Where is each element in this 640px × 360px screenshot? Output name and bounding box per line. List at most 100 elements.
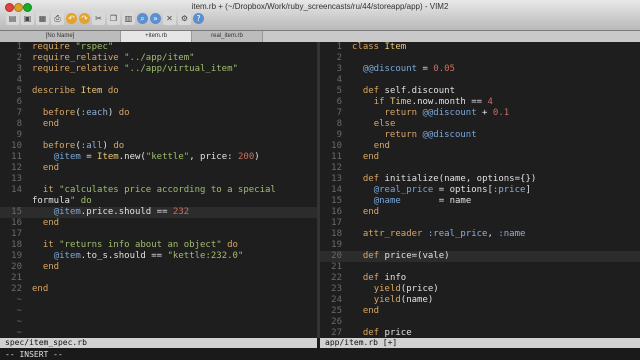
line-number: 27 [331,328,342,338]
save-icon[interactable]: ▣ [21,12,34,25]
code-text: end [42,119,60,129]
code-line[interactable]: 27 def price [320,328,640,338]
line-number: 25 [331,306,342,316]
code-line[interactable]: 3 require_relative "../app/virtual_item" [0,64,317,75]
open-icon[interactable]: ▤ [6,12,19,25]
line-number: 7 [336,108,342,118]
close-icon[interactable]: ✕ [163,12,176,25]
help-icon[interactable]: ? [193,13,204,24]
code-line[interactable]: 3 @@discount = 0.05 [320,64,640,75]
line-number: ~ [16,317,22,327]
code-line[interactable]: 10 before(:all) do [0,141,317,152]
save-all-icon[interactable]: ▦ [36,12,49,25]
code-line[interactable]: 2 [320,53,640,64]
code-text: @@discount = 0.05 [362,64,455,74]
copy-icon[interactable]: ❐ [107,12,120,25]
code-line[interactable]: 19 [320,240,640,251]
code-text: end [42,218,60,228]
code-line[interactable]: 14 @real_price = options[:price] [320,185,640,196]
code-line[interactable]: 5 describe Item do [0,86,317,97]
code-line[interactable]: 21 [0,273,317,284]
line-number: 3 [16,64,22,74]
code-line[interactable]: 8 else [320,119,640,130]
cut-icon[interactable]: ✂ [92,12,105,25]
code-line[interactable]: 2 require_relative "../app/item" [0,53,317,64]
code-line[interactable]: 21 [320,262,640,273]
line-number: 21 [11,273,22,283]
tab-no-name[interactable]: [No Name] [0,31,121,42]
code-text: end [362,152,380,162]
code-line[interactable]: 5 def self.discount [320,86,640,97]
code-text: before(:each) do [42,108,130,118]
empty-line-marker[interactable]: ~ [0,317,317,328]
code-line[interactable]: 15 @name = name [320,196,640,207]
code-line[interactable]: 16 end [320,207,640,218]
line-number: 24 [331,295,342,305]
code-line[interactable]: 22 def info [320,273,640,284]
line-number: 12 [331,163,342,173]
code-line[interactable]: 15 @item.price.should == 232 [0,207,317,218]
code-line[interactable]: 14 it "calculates price according to a s… [0,185,317,196]
code-line[interactable]: 7 return @@discount + 0.1 [320,108,640,119]
code-line[interactable]: 20 end [0,262,317,273]
code-line[interactable]: 18 it "returns info about an object" do [0,240,317,251]
code-text: return @@discount [384,130,477,140]
code-line[interactable]: 6 if Time.now.month == 4 [320,97,640,108]
line-number: ~ [16,295,22,305]
code-line[interactable]: 22 end [0,284,317,295]
line-number: 5 [336,86,342,96]
line-number: 20 [331,251,342,261]
empty-line-marker[interactable]: ~ [0,328,317,338]
undo-icon[interactable]: ↶ [66,13,77,24]
redo-icon[interactable]: ↷ [79,13,90,24]
code-line[interactable]: 8 end [0,119,317,130]
code-line[interactable]: 18 attr_reader :real_price, :name [320,229,640,240]
code-line[interactable]: 1 require "rspec" [0,42,317,53]
code-line[interactable]: 11 end [320,152,640,163]
code-line[interactable]: 12 [320,163,640,174]
tab-real-item-rb[interactable]: real_item.rb [192,31,263,42]
empty-line-marker[interactable]: ~ [0,295,317,306]
code-line[interactable]: 16 end [0,218,317,229]
tab-item-rb[interactable]: +item.rb [121,31,192,42]
print-icon[interactable]: ⎙ [51,12,64,25]
code-text: end [362,207,380,217]
code-text: end [32,284,49,294]
code-line[interactable]: 12 end [0,163,317,174]
code-line[interactable]: 9 return @@discount [320,130,640,141]
code-text: describe Item do [32,86,119,96]
line-number: 4 [16,75,22,85]
code-line[interactable]: 17 [320,218,640,229]
find-next-icon[interactable]: » [150,13,161,24]
code-line[interactable]: 9 [0,130,317,141]
line-number: 8 [336,119,342,129]
code-line[interactable]: 25 end [320,306,640,317]
code-line[interactable]: 6 [0,97,317,108]
settings-icon[interactable]: ⚙ [178,12,191,25]
code-line[interactable]: 20 def price=(vale) [320,251,640,262]
paste-icon[interactable]: ▥ [122,12,135,25]
right-editor-pane[interactable]: 1 class Item 2 3 @@discount = 0.05 4 5 def se… [320,42,640,338]
left-editor-pane[interactable]: 1 require "rspec" 2 require_relative "../ap… [0,42,317,338]
code-line[interactable]: 13 [0,174,317,185]
code-line[interactable]: 7 before(:each) do [0,108,317,119]
line-number: 13 [11,174,22,184]
code-line[interactable]: 4 [320,75,640,86]
code-text: class Item [352,42,407,52]
code-line[interactable]: 10 end [320,141,640,152]
code-line[interactable]: 13 def initialize(name, options={}) [320,174,640,185]
code-line[interactable]: 24 yield(name) [320,295,640,306]
empty-line-marker[interactable]: ~ [0,306,317,317]
code-line[interactable]: 1 class Item [320,42,640,53]
code-line[interactable]: 19 @item.to_s.should == "kettle:232.0" [0,251,317,262]
code-line[interactable]: 11 @item = Item.new("kettle", price: 200… [0,152,317,163]
code-text: def price=(vale) [362,251,450,261]
code-line[interactable]: 26 [320,317,640,328]
line-number: 12 [11,163,22,173]
find-icon[interactable]: ⌕ [137,13,148,24]
code-line[interactable]: 4 [0,75,317,86]
code-line[interactable]: 17 [0,229,317,240]
code-text: def info [362,273,407,283]
code-line[interactable]: 23 yield(price) [320,284,640,295]
code-line[interactable]: formula" do [0,196,317,207]
